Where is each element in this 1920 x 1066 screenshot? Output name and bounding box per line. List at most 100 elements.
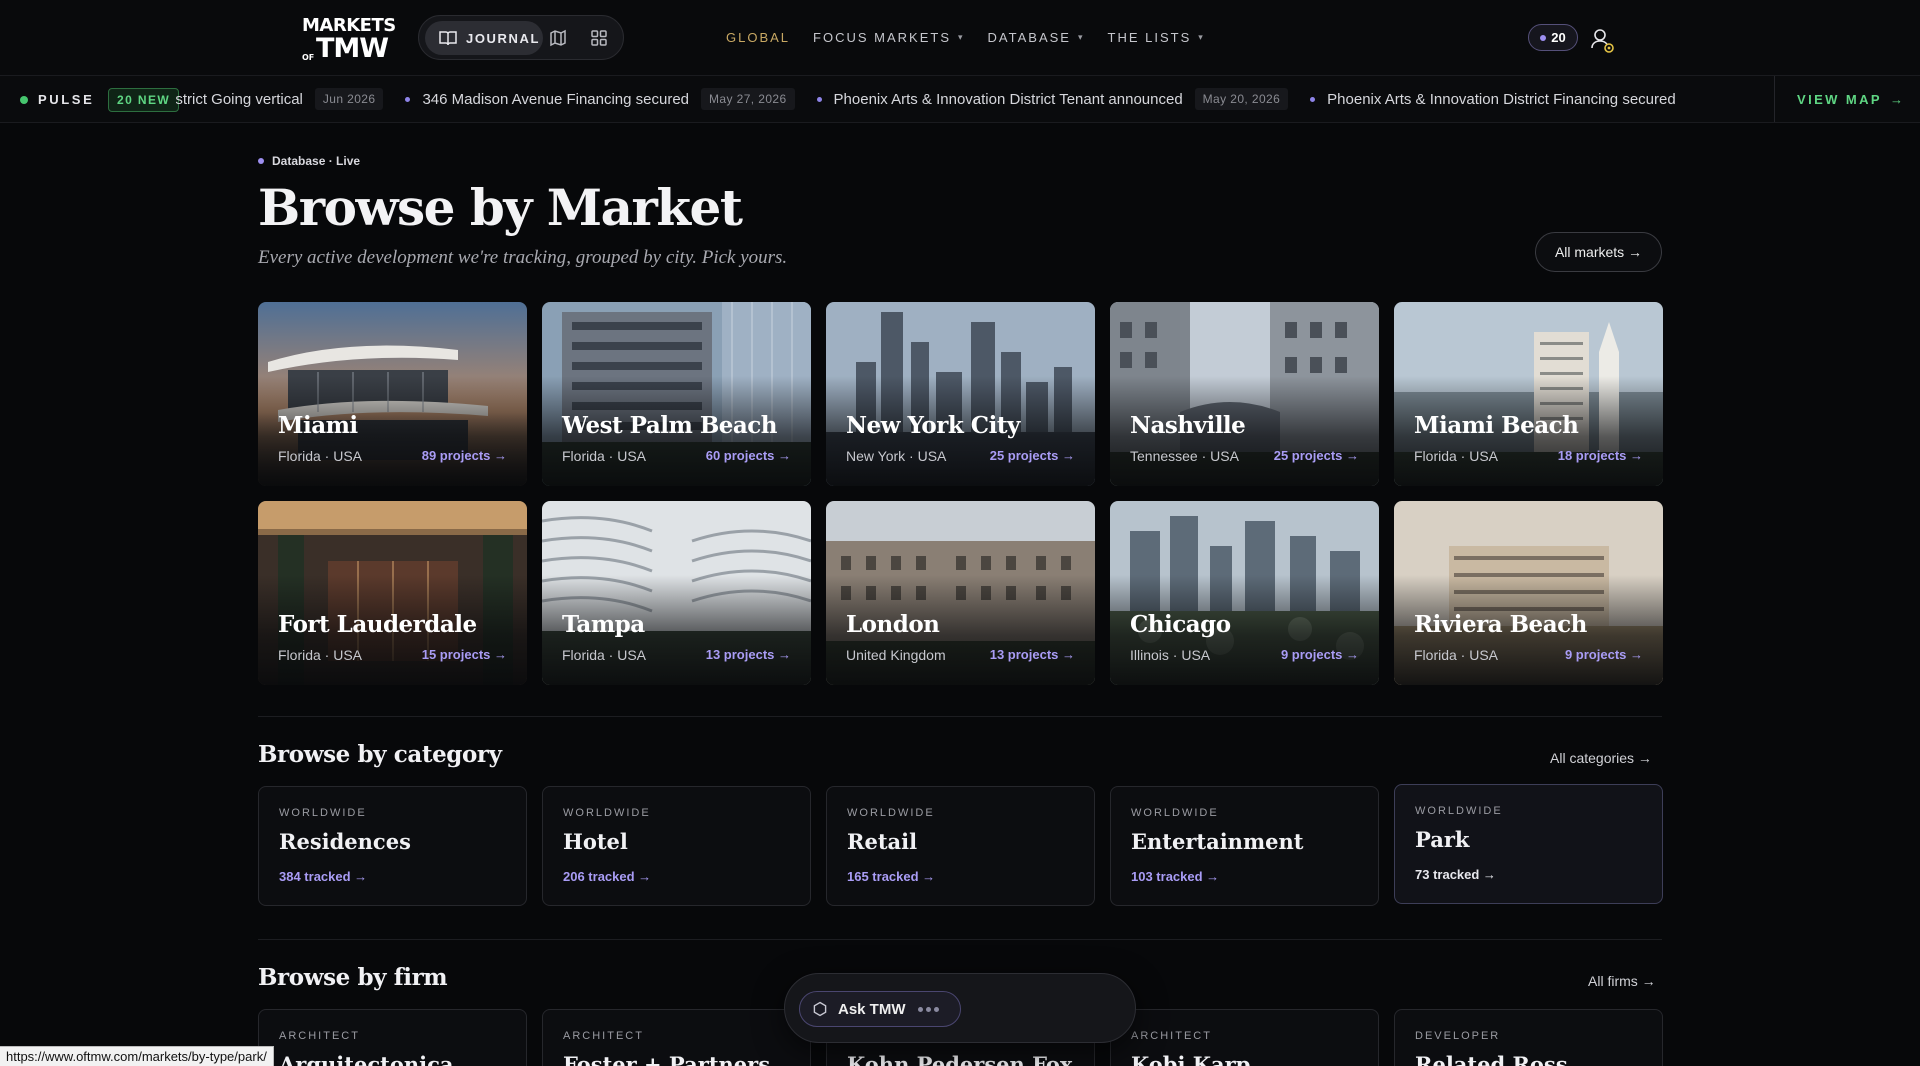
nav-the-lists-label: THE LISTS bbox=[1107, 30, 1192, 45]
market-project-count[interactable]: 13 projects → bbox=[706, 647, 791, 662]
all-firms-link[interactable]: All firms → bbox=[1588, 973, 1656, 989]
market-location: Tennessee · USA bbox=[1130, 448, 1239, 464]
market-location: Florida · USA bbox=[562, 647, 647, 663]
database-status-text: Database · Live bbox=[272, 154, 361, 168]
site-logo[interactable]: MARKETS OF TMW bbox=[302, 17, 396, 63]
market-card-miami-beach[interactable]: Miami Beach Florida · USA 18 projects → bbox=[1394, 302, 1663, 486]
market-card-new-york-city[interactable]: New York City New York · USA 25 projects… bbox=[826, 302, 1095, 486]
ticker-item[interactable]: 346 Madison Avenue Financing secured May … bbox=[405, 88, 795, 110]
all-markets-button[interactable]: All markets → bbox=[1535, 232, 1662, 272]
grid-view-icon[interactable] bbox=[589, 28, 609, 48]
market-card-nashville[interactable]: Nashville Tennessee · USA 25 projects → bbox=[1110, 302, 1379, 486]
status-dot-icon bbox=[258, 158, 264, 164]
market-location: Florida · USA bbox=[1414, 448, 1499, 464]
category-tracked-count: 73 tracked → bbox=[1415, 867, 1496, 882]
user-account-icon[interactable] bbox=[1590, 27, 1614, 53]
book-icon bbox=[439, 31, 457, 46]
ticker-item-date: Jun 2026 bbox=[314, 88, 384, 110]
pulse-label: PULSE bbox=[20, 92, 94, 107]
ticker-item-text: istrict Going vertical bbox=[176, 90, 303, 108]
market-project-count[interactable]: 18 projects → bbox=[1558, 448, 1643, 463]
market-card-tampa[interactable]: Tampa Florida · USA 13 projects → bbox=[542, 501, 811, 685]
category-tracked-count: 206 tracked → bbox=[563, 869, 652, 884]
browse-by-category-heading: Browse by category bbox=[258, 741, 502, 768]
market-name: Tampa bbox=[562, 611, 645, 638]
market-project-count[interactable]: 60 projects → bbox=[706, 448, 791, 463]
category-card-hotel[interactable]: WORLDWIDE Hotel 206 tracked → bbox=[542, 786, 811, 906]
view-map-link[interactable]: VIEW MAP → bbox=[1774, 76, 1920, 122]
all-categories-link[interactable]: All categories → bbox=[1550, 750, 1652, 766]
bullet-icon bbox=[816, 96, 822, 102]
bullet-icon bbox=[405, 96, 411, 102]
category-tracked-count: 165 tracked → bbox=[847, 869, 936, 884]
nav-global-label: GLOBAL bbox=[726, 30, 791, 45]
nav-database[interactable]: DATABASE ▾ bbox=[988, 30, 1085, 45]
nav-the-lists[interactable]: THE LISTS ▾ bbox=[1108, 30, 1205, 45]
market-card-london[interactable]: London United Kingdom 13 projects → bbox=[826, 501, 1095, 685]
bullet-icon bbox=[1310, 96, 1316, 102]
category-name: Hotel bbox=[563, 829, 628, 854]
market-card-west-palm-beach[interactable]: West Palm Beach Florida · USA 60 project… bbox=[542, 302, 811, 486]
firm-card-related-ross[interactable]: DEVELOPER Related Ross bbox=[1394, 1009, 1663, 1066]
market-project-count[interactable]: 15 projects → bbox=[422, 647, 507, 662]
market-project-count[interactable]: 13 projects → bbox=[990, 647, 1075, 662]
ticker-item-text: Phoenix Arts & Innovation District Finan… bbox=[1327, 90, 1676, 108]
chevron-down-icon: ▾ bbox=[1198, 32, 1205, 42]
map-view-icon[interactable] bbox=[548, 28, 568, 48]
firm-role: ARCHITECT bbox=[563, 1030, 644, 1042]
firm-role: ARCHITECT bbox=[1131, 1030, 1212, 1042]
database-live-status: Database · Live bbox=[258, 154, 360, 168]
notification-count: 20 bbox=[1551, 30, 1566, 45]
category-name: Entertainment bbox=[1131, 829, 1304, 854]
firm-name: Foster + Partners bbox=[563, 1052, 771, 1066]
nav-global[interactable]: GLOBAL bbox=[726, 30, 790, 45]
market-project-count[interactable]: 9 projects → bbox=[1565, 647, 1643, 662]
page-title: Browse by Market bbox=[258, 178, 743, 237]
market-card-chicago[interactable]: Chicago Illinois · USA 9 projects → bbox=[1110, 501, 1379, 685]
category-scope: WORLDWIDE bbox=[279, 807, 367, 819]
category-card-entertainment[interactable]: WORLDWIDE Entertainment 103 tracked → bbox=[1110, 786, 1379, 906]
market-name: Nashville bbox=[1130, 412, 1246, 439]
nav-focus-markets[interactable]: FOCUS MARKETS ▾ bbox=[813, 30, 965, 45]
main-menu: GLOBAL FOCUS MARKETS ▾ DATABASE ▾ THE LIST… bbox=[726, 30, 1228, 45]
pulse-ticker-bar: PULSE 20 NEW istrict Going vertical Jun 2… bbox=[0, 75, 1920, 123]
market-name: London bbox=[846, 611, 940, 638]
firm-name: Arquitectonica bbox=[279, 1052, 454, 1066]
journal-view-button[interactable]: JOURNAL bbox=[425, 21, 543, 55]
market-card-riviera-beach[interactable]: Riviera Beach Florida · USA 9 projects → bbox=[1394, 501, 1663, 685]
category-tracked-count: 103 tracked → bbox=[1131, 869, 1220, 884]
ask-tmw-label: Ask TMW bbox=[838, 1000, 906, 1018]
ask-tmw-button[interactable]: Ask TMW bbox=[799, 991, 961, 1027]
ticker-item[interactable]: Phoenix Arts & Innovation District Finan… bbox=[1310, 91, 1676, 108]
category-card-park[interactable]: WORLDWIDE Park 73 tracked → bbox=[1394, 784, 1663, 904]
ticker-item-text: Phoenix Arts & Innovation District Tenan… bbox=[833, 90, 1183, 108]
market-project-count[interactable]: 25 projects → bbox=[990, 448, 1075, 463]
market-project-count[interactable]: 9 projects → bbox=[1281, 647, 1359, 662]
firm-card-kobi-karp[interactable]: ARCHITECT Kobi Karp bbox=[1110, 1009, 1379, 1066]
firm-card-arquitectonica[interactable]: ARCHITECT Arquitectonica bbox=[258, 1009, 527, 1066]
firm-role: DEVELOPER bbox=[1415, 1030, 1501, 1042]
nav-focus-markets-label: FOCUS MARKETS bbox=[813, 30, 951, 45]
section-divider bbox=[258, 716, 1662, 717]
category-tracked-count: 384 tracked → bbox=[279, 869, 368, 884]
category-name: Park bbox=[1415, 827, 1470, 852]
new-items-badge: 20 NEW bbox=[108, 88, 180, 112]
firm-role: ARCHITECT bbox=[279, 1030, 360, 1042]
notification-dot-icon bbox=[1540, 34, 1547, 41]
market-project-count[interactable]: 89 projects → bbox=[422, 448, 507, 463]
section-divider bbox=[258, 939, 1662, 940]
firm-card-foster-partners[interactable]: ARCHITECT Foster + Partners bbox=[542, 1009, 811, 1066]
category-card-retail[interactable]: WORLDWIDE Retail 165 tracked → bbox=[826, 786, 1095, 906]
logo-wordmark-of: OF bbox=[302, 53, 315, 62]
notification-count-badge[interactable]: 20 bbox=[1528, 24, 1578, 51]
ticker-item-date: May 20, 2026 bbox=[1194, 88, 1289, 110]
ticker-item-text: 346 Madison Avenue Financing secured bbox=[422, 90, 690, 108]
category-card-residences[interactable]: WORLDWIDE Residences 384 tracked → bbox=[258, 786, 527, 906]
market-project-count[interactable]: 25 projects → bbox=[1274, 448, 1359, 463]
ticker-item[interactable]: istrict Going vertical Jun 2026 bbox=[176, 88, 384, 110]
category-scope: WORLDWIDE bbox=[1131, 807, 1219, 819]
ticker-item[interactable]: Phoenix Arts & Innovation District Tenan… bbox=[816, 88, 1289, 110]
firm-name: Kohn Pedersen Fox bbox=[847, 1052, 1073, 1066]
market-card-fort-lauderdale[interactable]: Fort Lauderdale Florida · USA 15 project… bbox=[258, 501, 527, 685]
market-card-miami[interactable]: Miami Florida · USA 89 projects → bbox=[258, 302, 527, 486]
